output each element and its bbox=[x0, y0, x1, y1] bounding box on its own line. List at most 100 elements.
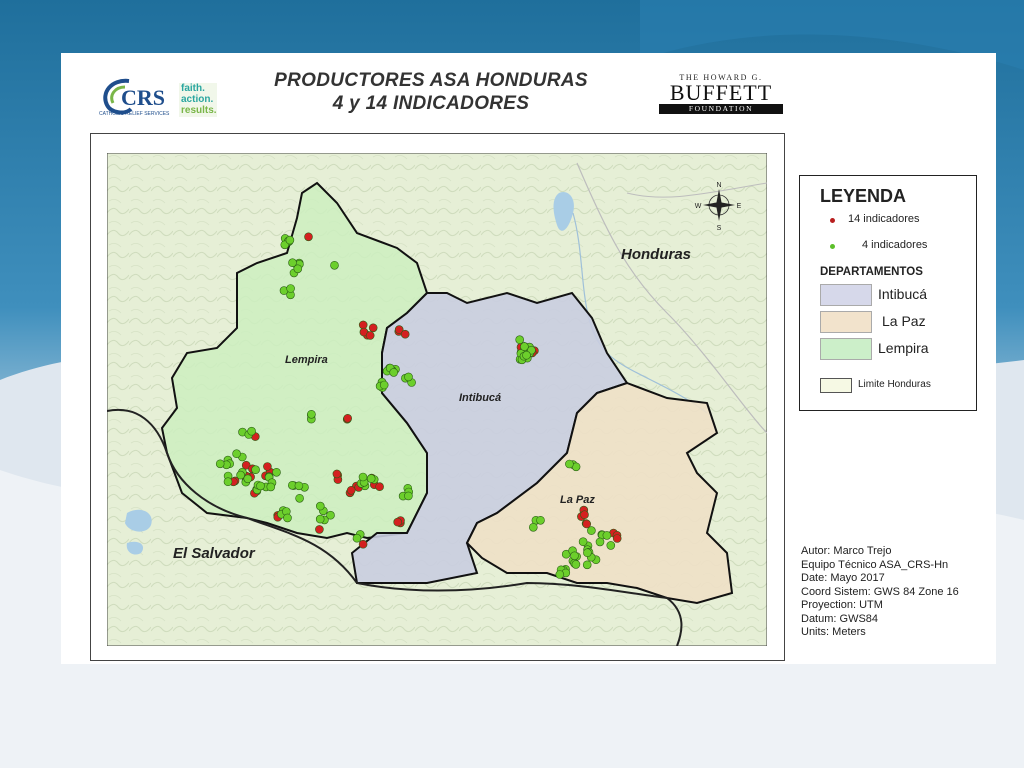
legend-swatch-limit bbox=[820, 378, 852, 393]
page-title: PRODUCTORES ASA HONDURAS 4 y 14 INDICADO… bbox=[221, 69, 641, 115]
compass-n: N bbox=[716, 182, 721, 189]
marker-4-indicadores bbox=[555, 570, 565, 579]
marker-4-indicadores bbox=[570, 551, 579, 561]
marker-4-indicadores bbox=[236, 470, 245, 480]
marker-14-indicadores bbox=[375, 482, 384, 492]
compass-s: S bbox=[717, 225, 722, 232]
marker-4-indicadores bbox=[565, 459, 574, 469]
marker-4-indicadores bbox=[307, 409, 316, 419]
map: N S E W Honduras El Salvador Lempira Int… bbox=[107, 153, 767, 646]
marker-14-indicadores bbox=[263, 462, 272, 471]
marker-4-indicadores bbox=[522, 350, 531, 360]
crs-tagline-faith: faith. bbox=[181, 83, 205, 94]
marker-4-indicadores bbox=[247, 426, 256, 436]
marker-4-indicadores bbox=[266, 482, 276, 492]
marker-4-indicadores bbox=[272, 467, 281, 477]
legend-14-label: 14 indicadores bbox=[848, 213, 920, 225]
slide-card: CRS faith. action. results. CATHOLIC REL… bbox=[61, 53, 996, 664]
label-el-salvador: El Salvador bbox=[173, 545, 256, 562]
marker-4-indicadores bbox=[316, 501, 325, 511]
marker-4-indicadores bbox=[326, 510, 335, 520]
credit-date: Date: Mayo 2017 bbox=[801, 572, 885, 584]
crs-org-name: CATHOLIC RELIEF SERVICES bbox=[99, 111, 170, 117]
marker-14-indicadores bbox=[580, 510, 589, 520]
legend-label-lapaz: La Paz bbox=[882, 313, 926, 329]
marker-4-indicadores bbox=[520, 342, 529, 351]
marker-4-indicadores bbox=[243, 474, 253, 484]
marker-14-indicadores bbox=[315, 525, 324, 534]
marker-4-indicadores bbox=[404, 372, 413, 382]
compass-e: E bbox=[737, 203, 742, 210]
buffett-logo-name: BUFFETT bbox=[669, 80, 773, 105]
marker-4-indicadores bbox=[256, 481, 265, 491]
marker-4-indicadores bbox=[286, 284, 295, 293]
title-line-1: PRODUCTORES ASA HONDURAS bbox=[274, 70, 588, 91]
legend-title: LEYENDA bbox=[820, 186, 907, 206]
legend-label-lempira: Lempira bbox=[878, 340, 929, 356]
label-honduras: Honduras bbox=[621, 246, 691, 263]
marker-4-indicadores bbox=[223, 477, 233, 487]
legend-departments-header: DEPARTAMENTOS bbox=[820, 266, 923, 278]
credit-team: Equipo Técnico ASA_CRS-Hn bbox=[801, 558, 949, 571]
crs-wordmark: CRS bbox=[121, 85, 166, 110]
legend-label-limit: Limite Honduras bbox=[858, 379, 931, 390]
map-credits: Autor: Marco Trejo Equipo Técnico ASA_CR… bbox=[801, 545, 959, 640]
marker-4-indicadores bbox=[587, 526, 596, 535]
marker-4-indicadores bbox=[578, 537, 588, 547]
marker-14-indicadores bbox=[358, 320, 368, 330]
marker-14-indicadores bbox=[343, 413, 352, 423]
marker-4-indicadores bbox=[582, 560, 592, 570]
marker-14-indicadores bbox=[358, 539, 368, 549]
buffett-foundation-logo: THE HOWARD G. BUFFETT FOUNDATION bbox=[655, 73, 787, 119]
marker-14-indicadores bbox=[304, 232, 313, 242]
label-lempira: Lempira bbox=[285, 354, 328, 366]
marker-4-indicadores bbox=[294, 481, 304, 491]
compass-w: W bbox=[695, 203, 702, 210]
marker-4-indicadores bbox=[352, 533, 362, 543]
marker-4-indicadores bbox=[358, 472, 368, 482]
credit-units: Units: Meters bbox=[801, 626, 866, 638]
marker-4-indicadores bbox=[285, 235, 295, 245]
marker-4-indicadores bbox=[595, 537, 605, 547]
legend-swatch-lempira bbox=[820, 338, 872, 360]
marker-4-indicadores bbox=[515, 335, 525, 344]
marker-4-indicadores bbox=[232, 449, 241, 459]
marker-4-indicadores bbox=[251, 465, 260, 475]
marker-14-indicadores bbox=[400, 329, 410, 339]
crs-logo: CRS faith. action. results. CATHOLIC REL… bbox=[99, 71, 219, 121]
legend-14-dot-icon bbox=[830, 218, 835, 223]
label-intibuca: Intibucá bbox=[459, 392, 501, 404]
marker-4-indicadores bbox=[528, 522, 538, 532]
marker-14-indicadores bbox=[332, 469, 342, 479]
marker-4-indicadores bbox=[379, 380, 389, 390]
marker-4-indicadores bbox=[295, 493, 304, 503]
marker-14-indicadores bbox=[346, 485, 356, 495]
marker-4-indicadores bbox=[366, 474, 376, 483]
label-la-paz: La Paz bbox=[560, 494, 595, 506]
legend-label-intibuca: Intibucá bbox=[878, 286, 928, 302]
marker-4-indicadores bbox=[536, 515, 545, 525]
marker-4-indicadores bbox=[602, 531, 612, 540]
marker-14-indicadores bbox=[365, 331, 375, 340]
marker-14-indicadores bbox=[393, 517, 403, 527]
legend-4-dot-icon bbox=[830, 244, 835, 249]
marker-4-indicadores bbox=[606, 541, 616, 550]
legend: LEYENDA 14 indicadores 4 indicadores DEP… bbox=[799, 175, 977, 411]
legend-swatch-intibuca bbox=[820, 284, 872, 306]
marker-4-indicadores bbox=[330, 261, 339, 270]
marker-4-indicadores bbox=[288, 258, 297, 267]
legend-swatch-lapaz bbox=[820, 311, 872, 333]
marker-4-indicadores bbox=[583, 548, 592, 558]
marker-4-indicadores bbox=[389, 368, 399, 377]
legend-4-label: 4 indicadores bbox=[862, 239, 928, 251]
crs-tagline-results: results. bbox=[181, 105, 217, 116]
title-line-2: 4 y 14 INDICADORES bbox=[332, 93, 530, 114]
marker-4-indicadores bbox=[571, 560, 581, 569]
credit-coord: Coord Sistem: GWS 84 Zone 16 bbox=[801, 585, 959, 598]
credit-author: Autor: Marco Trejo bbox=[801, 545, 892, 557]
marker-4-indicadores bbox=[283, 513, 292, 523]
credit-datum: Datum: GWS84 bbox=[801, 612, 879, 625]
buffett-logo-foot: FOUNDATION bbox=[659, 104, 783, 114]
marker-4-indicadores bbox=[404, 491, 413, 501]
marker-4-indicadores bbox=[215, 459, 225, 469]
